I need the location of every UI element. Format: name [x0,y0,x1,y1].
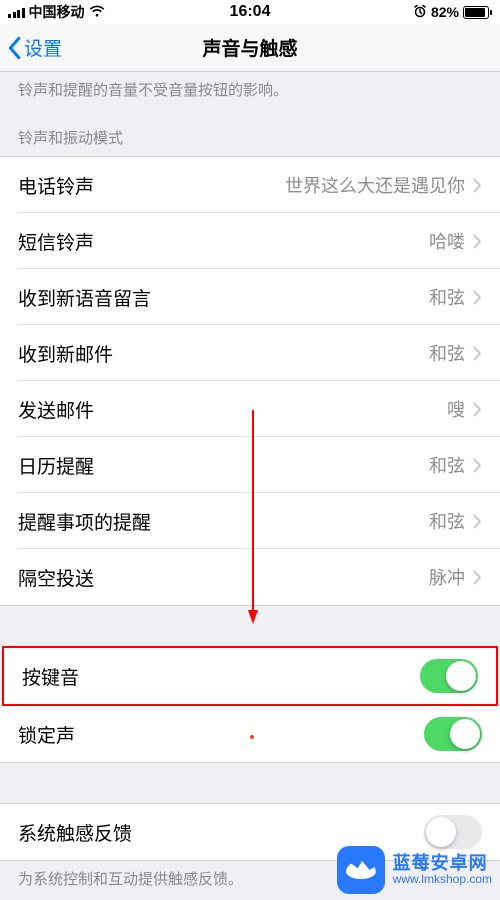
row-value: 世界这么大还是遇见你 [285,172,465,198]
row-label: 发送邮件 [18,396,94,423]
highlight-annotation: 按键音 [2,646,498,706]
clock: 16:04 [230,3,271,21]
row-label: 日历提醒 [18,452,94,479]
row-label: 短信铃声 [18,228,94,255]
row-label: 提醒事项的提醒 [18,508,151,535]
watermark-logo-icon [337,846,385,894]
volume-desc: 铃声和提醒的音量不受音量按钮的影响。 [0,72,500,109]
dot-annotation [250,735,254,739]
alarm-icon [413,4,427,21]
chevron-right-icon [473,346,482,361]
chevron-right-icon [473,458,482,473]
row-label: 收到新语音留言 [18,284,151,311]
row-lock-sound: 锁定声 [0,706,500,762]
toggle-list-1: 按键音 [4,648,496,704]
watermark-url: www.lmkshop.com [393,873,492,886]
row-value: 哈喽 [429,228,465,254]
row-keyboard-clicks: 按键音 [4,648,496,704]
watermark: 蓝莓安卓网 www.lmkshop.com [337,846,492,894]
row-label: 收到新邮件 [18,340,113,367]
nav-bar: 设置 声音与触感 [0,24,500,72]
battery-pct: 82% [431,4,459,20]
page-title: 声音与触感 [202,34,297,61]
signal-icon [8,6,25,18]
carrier-label: 中国移动 [29,2,85,22]
row-ringtone[interactable]: 电话铃声 世界这么大还是遇见你 [0,157,500,213]
row-sent-mail[interactable]: 发送邮件 嗖 [0,381,500,437]
row-calendar[interactable]: 日历提醒 和弦 [0,437,500,493]
row-label: 电话铃声 [18,172,94,199]
row-value: 和弦 [429,340,465,366]
back-button[interactable]: 设置 [0,34,62,61]
watermark-name: 蓝莓安卓网 [393,854,492,874]
row-reminders[interactable]: 提醒事项的提醒 和弦 [0,493,500,549]
section-header-ringtone: 铃声和振动模式 [0,109,500,156]
chevron-right-icon [473,178,482,193]
chevron-right-icon [473,514,482,529]
row-value: 和弦 [429,508,465,534]
row-voicemail[interactable]: 收到新语音留言 和弦 [0,269,500,325]
row-value: 和弦 [429,284,465,310]
chevron-right-icon [473,570,482,585]
ringtone-list: 电话铃声 世界这么大还是遇见你 短信铃声 哈喽 收到新语音留言 和弦 收到新邮件 [0,156,500,606]
row-value: 和弦 [429,452,465,478]
row-label: 隔空投送 [18,564,94,591]
row-label: 锁定声 [18,721,75,748]
lock-sound-toggle[interactable] [424,717,482,751]
row-label: 按键音 [22,663,79,690]
chevron-left-icon [6,36,22,60]
system-haptics-toggle[interactable] [424,815,482,849]
status-bar: 中国移动 16:04 82% [0,0,500,24]
row-value: 嗖 [447,396,465,422]
chevron-right-icon [473,290,482,305]
chevron-right-icon [473,402,482,417]
battery-icon [463,6,492,19]
row-label: 系统触感反馈 [18,819,132,846]
keyboard-clicks-toggle[interactable] [420,659,478,693]
row-new-mail[interactable]: 收到新邮件 和弦 [0,325,500,381]
back-label: 设置 [24,34,62,61]
row-value: 脉冲 [429,564,465,590]
chevron-right-icon [473,234,482,249]
wifi-icon [89,4,105,20]
row-airdrop[interactable]: 隔空投送 脉冲 [0,549,500,605]
content-scroll[interactable]: 铃声和提醒的音量不受音量按钮的影响。 铃声和振动模式 电话铃声 世界这么大还是遇… [0,72,500,898]
row-text-tone[interactable]: 短信铃声 哈喽 [0,213,500,269]
